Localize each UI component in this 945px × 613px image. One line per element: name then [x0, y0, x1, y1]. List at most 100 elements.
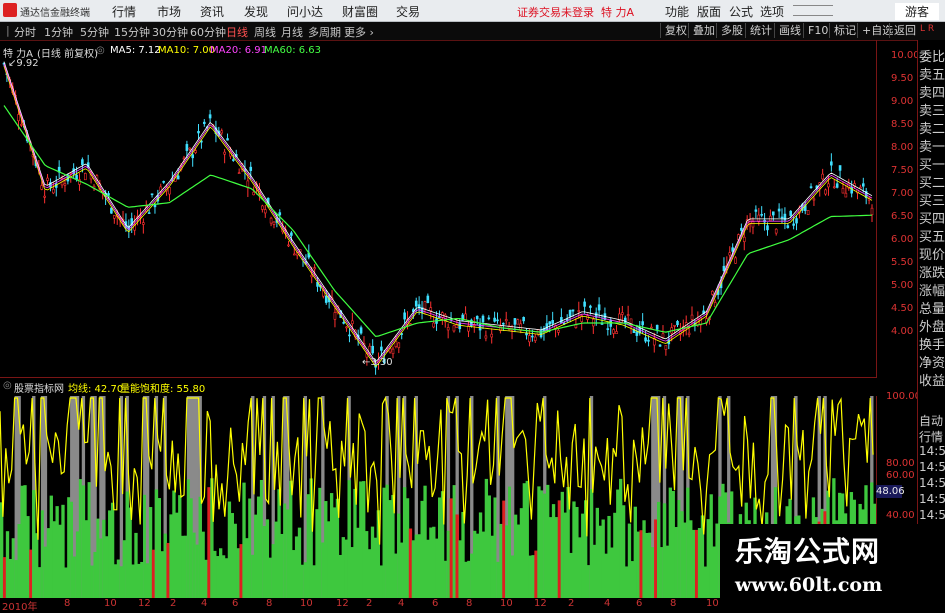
- ma20-label: MA20: 6.91: [210, 45, 268, 56]
- menu-quotes[interactable]: 行情: [112, 3, 136, 20]
- volume-bar: [569, 552, 573, 598]
- sidebar-field: 自动: [919, 414, 944, 428]
- volume-bar: [40, 510, 45, 598]
- sidebar-field: 卖一: [919, 140, 945, 155]
- price-chart-panel[interactable]: [0, 40, 877, 378]
- volume-bar: [175, 512, 179, 598]
- volume-bar: [662, 503, 667, 598]
- volume-bar: [280, 533, 284, 598]
- volume-bar: [557, 500, 562, 598]
- volume-bar: [487, 495, 491, 598]
- candle-body: [272, 221, 276, 225]
- candle-body: [766, 225, 769, 231]
- tab-1min[interactable]: 1分钟: [44, 24, 73, 40]
- mark-button[interactable]: 标记: [829, 23, 860, 38]
- tab-5min[interactable]: 5分钟: [80, 24, 109, 40]
- volume-bar: [350, 547, 354, 598]
- volume-bar: [344, 539, 348, 598]
- volume-bar: [84, 520, 88, 598]
- volume-bar: [715, 523, 719, 598]
- volume-bar: [560, 491, 564, 598]
- menu-layout[interactable]: 版面: [697, 3, 721, 20]
- volume-bar: [435, 538, 439, 598]
- volume-bar: [452, 485, 456, 598]
- volume-bar: [99, 538, 103, 598]
- volume-bar: [586, 565, 591, 598]
- menu-formula[interactable]: 公式: [729, 3, 753, 20]
- price-chart[interactable]: [0, 40, 876, 377]
- candle-body: [769, 215, 772, 221]
- candle-body: [333, 312, 337, 320]
- menu-options[interactable]: 选项: [760, 3, 784, 20]
- volume-bar: [601, 519, 605, 598]
- volume-bar: [522, 483, 526, 598]
- volume-bar: [639, 530, 643, 598]
- volume-bar: [677, 500, 681, 598]
- candle-body: [150, 193, 154, 196]
- menu-trade[interactable]: 交易: [396, 3, 420, 20]
- indicator-axis-tick: 80.00: [886, 458, 915, 469]
- login-warning[interactable]: 证券交易未登录 特 力A: [517, 4, 634, 20]
- indicator-saturation: 量能饱和度: 55.80: [120, 384, 206, 395]
- back-button[interactable]: 返回: [889, 23, 920, 38]
- candle-body: [673, 324, 676, 327]
- stats-button[interactable]: 统计: [745, 23, 776, 38]
- window-controls-icon[interactable]: [793, 5, 833, 16]
- candle-body: [324, 295, 328, 303]
- overlay-button[interactable]: 叠加: [688, 23, 719, 38]
- candle-body: [391, 348, 395, 355]
- menu-function[interactable]: 功能: [665, 3, 689, 20]
- settings-icon[interactable]: ◎: [96, 45, 105, 56]
- user-label[interactable]: 游客: [895, 3, 940, 20]
- tab-multi-period[interactable]: 多周期: [308, 24, 341, 40]
- volume-bar: [312, 565, 316, 598]
- volume-bar: [572, 501, 576, 598]
- volume-bar: [329, 493, 334, 598]
- candle-body: [63, 183, 67, 186]
- lr-toggle[interactable]: L R: [920, 24, 934, 34]
- volume-bar: [128, 507, 132, 598]
- tab-tick[interactable]: 分时: [14, 24, 36, 40]
- volume-bar: [157, 498, 161, 598]
- x-axis-tick: 10: [104, 598, 117, 609]
- sidebar-field: 涨幅: [919, 284, 945, 299]
- x-axis-tick: 4: [201, 598, 208, 609]
- volume-bar: [236, 548, 240, 598]
- volume-bar: [204, 559, 208, 598]
- volume-bar: [195, 544, 199, 598]
- volume-bar: [616, 489, 620, 598]
- tab-monthly[interactable]: 月线: [281, 24, 303, 40]
- draw-line-button[interactable]: 画线: [774, 23, 805, 38]
- candle-body: [464, 313, 467, 321]
- candle-body: [838, 165, 842, 171]
- tab-15min[interactable]: 15分钟: [114, 24, 150, 40]
- volume-bar: [198, 496, 202, 598]
- volume-bar: [11, 538, 15, 598]
- f10-button[interactable]: F10: [803, 23, 832, 38]
- multi-stock-button[interactable]: 多股: [716, 23, 747, 38]
- candle-body: [203, 121, 206, 124]
- candle-body: [841, 188, 845, 194]
- candle-body: [664, 345, 668, 350]
- tab-60min[interactable]: 60分钟: [190, 24, 226, 40]
- volume-bar: [192, 532, 197, 598]
- tab-weekly[interactable]: 周线: [254, 24, 276, 40]
- candle-body: [502, 322, 505, 325]
- candle-body: [176, 175, 180, 180]
- menu-xiaoda[interactable]: 问小达: [287, 3, 323, 20]
- menu-discover[interactable]: 发现: [244, 3, 268, 20]
- candle-body: [844, 192, 848, 198]
- tab-30min[interactable]: 30分钟: [152, 24, 188, 40]
- candle-body: [394, 340, 398, 348]
- volume-bar: [134, 532, 138, 598]
- ma10-label: MA10: 7.00: [158, 45, 216, 56]
- menu-news[interactable]: 资讯: [200, 3, 224, 20]
- menu-wealth[interactable]: 财富圈: [342, 3, 378, 20]
- menu-market[interactable]: 市场: [157, 3, 181, 20]
- tab-more[interactable]: 更多 ›: [344, 24, 374, 40]
- indicator-settings-icon[interactable]: ◎: [3, 380, 12, 391]
- tab-daily[interactable]: 日线: [226, 24, 248, 40]
- adjust-button[interactable]: 复权: [660, 23, 691, 38]
- volume-bar: [151, 549, 156, 598]
- sidebar-field: 买四: [919, 212, 945, 227]
